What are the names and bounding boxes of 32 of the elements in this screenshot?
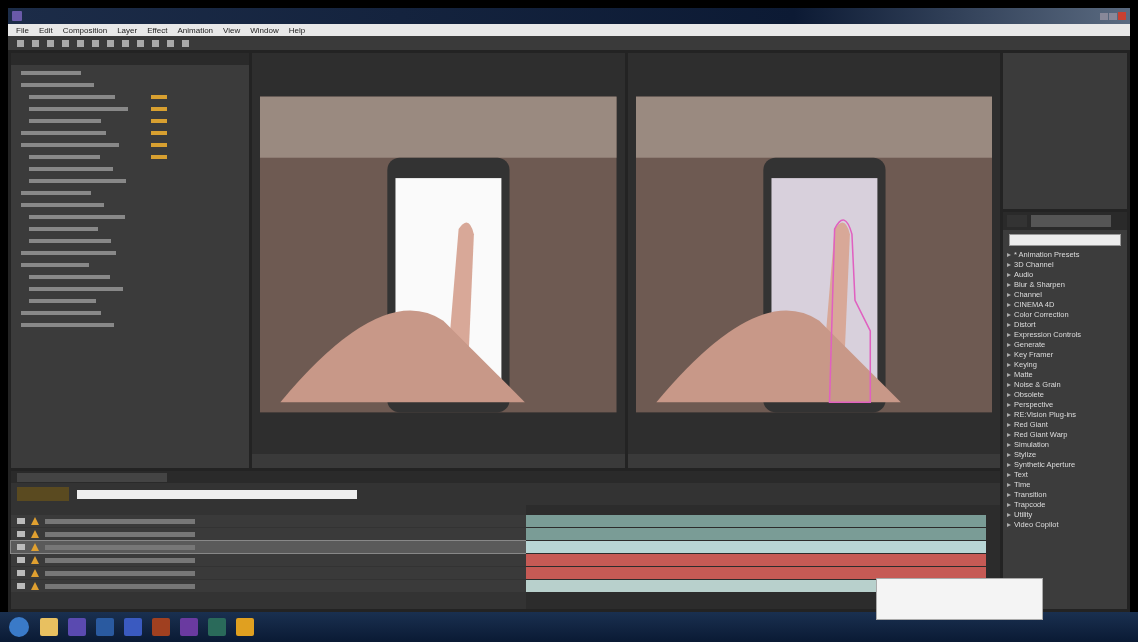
layer-row[interactable] xyxy=(11,515,526,527)
notification-popup[interactable] xyxy=(876,578,1043,620)
menu-item[interactable]: Effect xyxy=(147,25,168,35)
composition-tab[interactable] xyxy=(17,472,167,482)
taskbar-app-icon xyxy=(40,618,58,636)
taskbar-app-icon xyxy=(96,618,114,636)
menu-item[interactable]: Edit xyxy=(38,25,53,35)
menu-item[interactable]: Composition xyxy=(62,25,108,35)
menu-item[interactable]: Help xyxy=(288,25,306,35)
taskbar-app-icon xyxy=(68,618,86,636)
panel-tab[interactable] xyxy=(1031,215,1111,227)
search-field[interactable] xyxy=(77,489,357,499)
layer-row[interactable] xyxy=(11,567,526,579)
layer-row[interactable] xyxy=(11,528,526,540)
menu-item[interactable]: Window xyxy=(250,25,279,35)
layer-row[interactable] xyxy=(11,554,526,566)
taskbar-app-icon xyxy=(180,618,198,636)
menu-item[interactable]: View xyxy=(223,25,241,35)
timecode-display xyxy=(17,487,69,501)
search-field[interactable] xyxy=(1009,234,1121,246)
window-controls-drawing xyxy=(1100,11,1126,21)
taskbar-app-icon xyxy=(152,618,170,636)
layer-row[interactable] xyxy=(11,580,526,592)
start-button-icon xyxy=(8,616,30,638)
menu-item[interactable]: File xyxy=(16,25,29,35)
app-icon xyxy=(12,11,22,21)
layer-row[interactable] xyxy=(11,541,526,553)
taskbar-app-icon xyxy=(124,618,142,636)
taskbar-app-icon xyxy=(236,618,254,636)
taskbar-app-icon xyxy=(208,618,226,636)
menu-item[interactable]: Animation xyxy=(177,25,214,35)
menu-item[interactable]: Layer xyxy=(117,25,138,35)
